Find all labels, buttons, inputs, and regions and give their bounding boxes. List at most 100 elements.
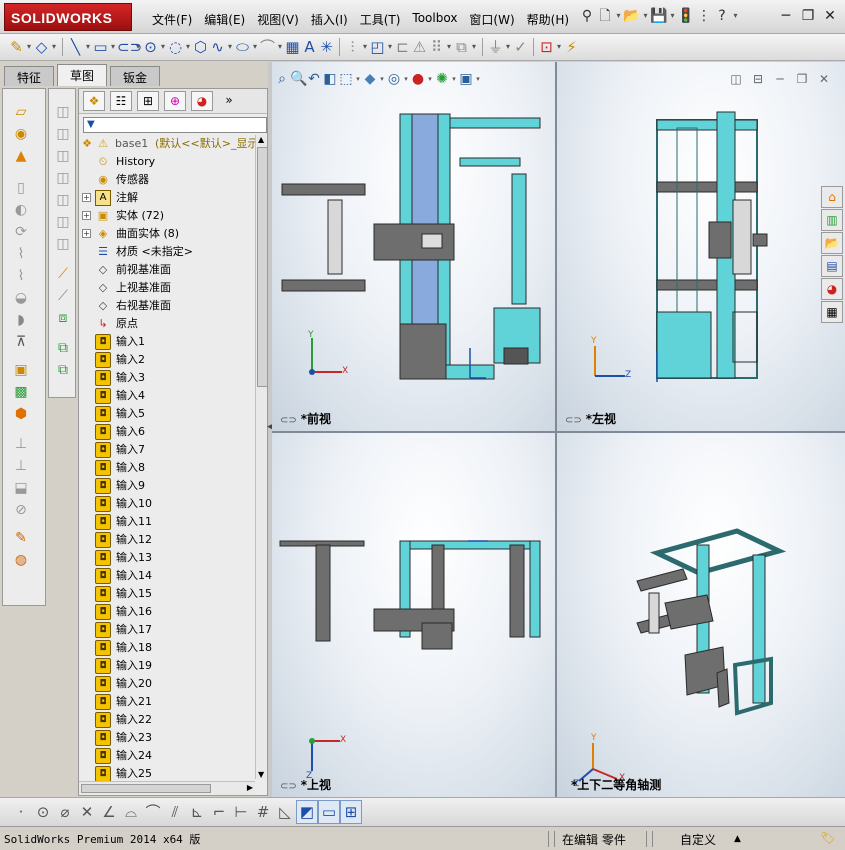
zoom-to-area-icon[interactable]: 🔍: [290, 70, 307, 88]
tree-item[interactable]: ◘ 输入5: [79, 405, 255, 423]
extruded-boss-icon[interactable]: ▱: [11, 103, 31, 121]
tree-item[interactable]: ◘ 输入15: [79, 585, 255, 603]
linear-pattern-icon[interactable]: ⠿: [428, 37, 445, 57]
help-icon[interactable]: ?: [713, 7, 731, 25]
display-style-icon[interactable]: ◆: [362, 70, 378, 88]
view-orientation-icon[interactable]: ⬚: [338, 70, 354, 88]
draft-icon[interactable]: ⊥: [11, 435, 31, 453]
sketch-dropdown-icon[interactable]: ▾: [25, 37, 33, 57]
spline-dropdown-icon[interactable]: ▾: [226, 37, 234, 57]
display-style-dropdown-icon[interactable]: ▾: [378, 70, 386, 88]
tree-item[interactable]: ◘ 输入14: [79, 567, 255, 585]
orientation-dropdown-icon[interactable]: ▾: [354, 70, 362, 88]
split-vertical-icon[interactable]: ⊟: [747, 72, 769, 86]
line-icon[interactable]: ╲: [67, 37, 84, 57]
view-settings-dropdown-icon[interactable]: ▾: [474, 70, 482, 88]
fillet-feature-icon[interactable]: ◒: [11, 289, 31, 307]
slot-dropdown-icon[interactable]: ▾: [134, 37, 142, 57]
menu-file[interactable]: 文件(F): [146, 9, 198, 30]
split-horizontal-icon[interactable]: ◫: [725, 72, 747, 86]
tree-item[interactable]: ◘ 输入4: [79, 387, 255, 405]
convert-entities-icon[interactable]: ◰: [369, 37, 386, 57]
configuration-manager-icon[interactable]: ⊞: [137, 91, 159, 111]
circle-dropdown-icon[interactable]: ▾: [159, 37, 167, 57]
tree-item[interactable]: ◘ 输入19: [79, 657, 255, 675]
tree-item[interactable]: ◘ 输入12: [79, 531, 255, 549]
surface-boundary-icon[interactable]: ◫: [53, 191, 73, 209]
wrap-icon[interactable]: ▩: [11, 383, 31, 401]
apply-scene-icon[interactable]: ✺: [434, 70, 450, 88]
tree-item[interactable]: ◘ 输入8: [79, 459, 255, 477]
point-tool-icon[interactable]: ·: [10, 801, 32, 823]
display-manager-icon[interactable]: ◕: [191, 91, 213, 111]
pushpin-icon[interactable]: ⚲: [578, 7, 596, 25]
edit-appearance-icon[interactable]: ●: [410, 70, 426, 88]
scene-dropdown-icon[interactable]: ▾: [450, 70, 458, 88]
save-icon[interactable]: 💾: [650, 7, 668, 25]
fillet-icon[interactable]: ⌒: [259, 37, 276, 57]
lofted-cut-icon[interactable]: ⌇: [11, 245, 31, 263]
link-views-icon[interactable]: ⊂⊃: [280, 781, 297, 792]
file-explorer-icon[interactable]: 📂: [821, 232, 843, 254]
quick-snaps-icon[interactable]: ⊡: [538, 37, 555, 57]
hole-wizard-icon[interactable]: ⊘: [11, 501, 31, 519]
three-point-arc-icon[interactable]: ⌒: [142, 801, 164, 823]
viewport-front[interactable]: Y X ⊂⊃ *前视: [272, 62, 555, 431]
view-settings-icon[interactable]: ▣: [458, 70, 474, 88]
ellipse-icon[interactable]: ⬭: [234, 37, 251, 57]
dimxpert-icon[interactable]: ⊕: [164, 91, 186, 111]
angle-tool-icon[interactable]: ∠: [98, 801, 120, 823]
slot-icon[interactable]: ⊂⊃: [117, 37, 142, 57]
perpendicular-icon[interactable]: ⊾: [186, 801, 208, 823]
grid-icon[interactable]: #: [252, 801, 274, 823]
tree-item[interactable]: ◘ 输入2: [79, 351, 255, 369]
chamfer-icon[interactable]: ◗: [11, 311, 31, 329]
viewport-close-icon[interactable]: ✕: [813, 72, 835, 86]
split-line-icon[interactable]: ⟋: [53, 287, 73, 305]
tag-icon[interactable]: 🏷: [820, 831, 835, 845]
tree-item[interactable]: ◘ 输入11: [79, 513, 255, 531]
surface-fill-icon[interactable]: ◫: [53, 213, 73, 231]
tree-item[interactable]: ↳ 原点: [79, 315, 255, 333]
custom-properties-icon[interactable]: ▦: [821, 301, 843, 323]
tree-item[interactable]: ◘ 输入13: [79, 549, 255, 567]
arc-dropdown-icon[interactable]: ▾: [184, 37, 192, 57]
expand-icon[interactable]: +: [82, 193, 91, 202]
tree-item[interactable]: ◘ 输入18: [79, 639, 255, 657]
scroll-up-icon[interactable]: ▲: [258, 135, 264, 144]
tree-horizontal-scrollbar[interactable]: ▶: [79, 781, 255, 795]
delete-body-icon[interactable]: ⧉: [53, 361, 73, 379]
menu-view[interactable]: 视图(V): [251, 9, 305, 30]
menu-toolbox[interactable]: Toolbox: [406, 9, 463, 30]
tree-item[interactable]: ◘ 输入20: [79, 675, 255, 693]
close-icon[interactable]: ✕: [819, 8, 841, 26]
section-view-icon[interactable]: ◧: [322, 70, 338, 88]
angle-dim-icon[interactable]: ◺: [274, 801, 296, 823]
ellipse-dropdown-icon[interactable]: ▾: [251, 37, 259, 57]
combine-icon[interactable]: ⧉: [53, 339, 73, 357]
appearances-scenes-icon[interactable]: ◕: [821, 278, 843, 300]
surface-extrude-icon[interactable]: ◫: [53, 103, 73, 121]
appearance-dropdown-icon[interactable]: ▾: [426, 70, 434, 88]
viewport-isometric[interactable]: Y X Z *上下二等角轴测: [557, 433, 845, 797]
hide-show-items-icon[interactable]: ◎: [386, 70, 402, 88]
parallel-icon[interactable]: ⫽: [164, 801, 186, 823]
tab-sketch[interactable]: 草图: [57, 64, 108, 86]
tree-item[interactable]: ◘ 输入24: [79, 747, 255, 765]
repair-sketch-icon[interactable]: ✓: [512, 37, 529, 57]
previous-view-icon[interactable]: ↶: [306, 70, 322, 88]
menu-insert[interactable]: 插入(I): [305, 9, 354, 30]
move-entities-icon[interactable]: ⧉: [453, 37, 470, 57]
view-palette-icon[interactable]: ▤: [821, 255, 843, 277]
tree-item[interactable]: ◘ 输入6: [79, 423, 255, 441]
rectangle-dropdown-icon[interactable]: ▾: [109, 37, 117, 57]
revolved-cut-icon[interactable]: ◐: [11, 201, 31, 219]
viewport-left[interactable]: Y Z ⊂⊃ *左视: [557, 62, 845, 431]
viewport-minimize-icon[interactable]: ─: [769, 72, 791, 86]
tree-hscroll-thumb[interactable]: [81, 784, 211, 793]
plane-icon[interactable]: ▦: [284, 37, 301, 57]
units-dropdown-icon[interactable]: ▲: [734, 834, 741, 844]
move-face-icon[interactable]: ⧈: [53, 309, 73, 327]
menu-tools[interactable]: 工具(T): [354, 9, 407, 30]
circle-icon[interactable]: ⊙: [142, 37, 159, 57]
